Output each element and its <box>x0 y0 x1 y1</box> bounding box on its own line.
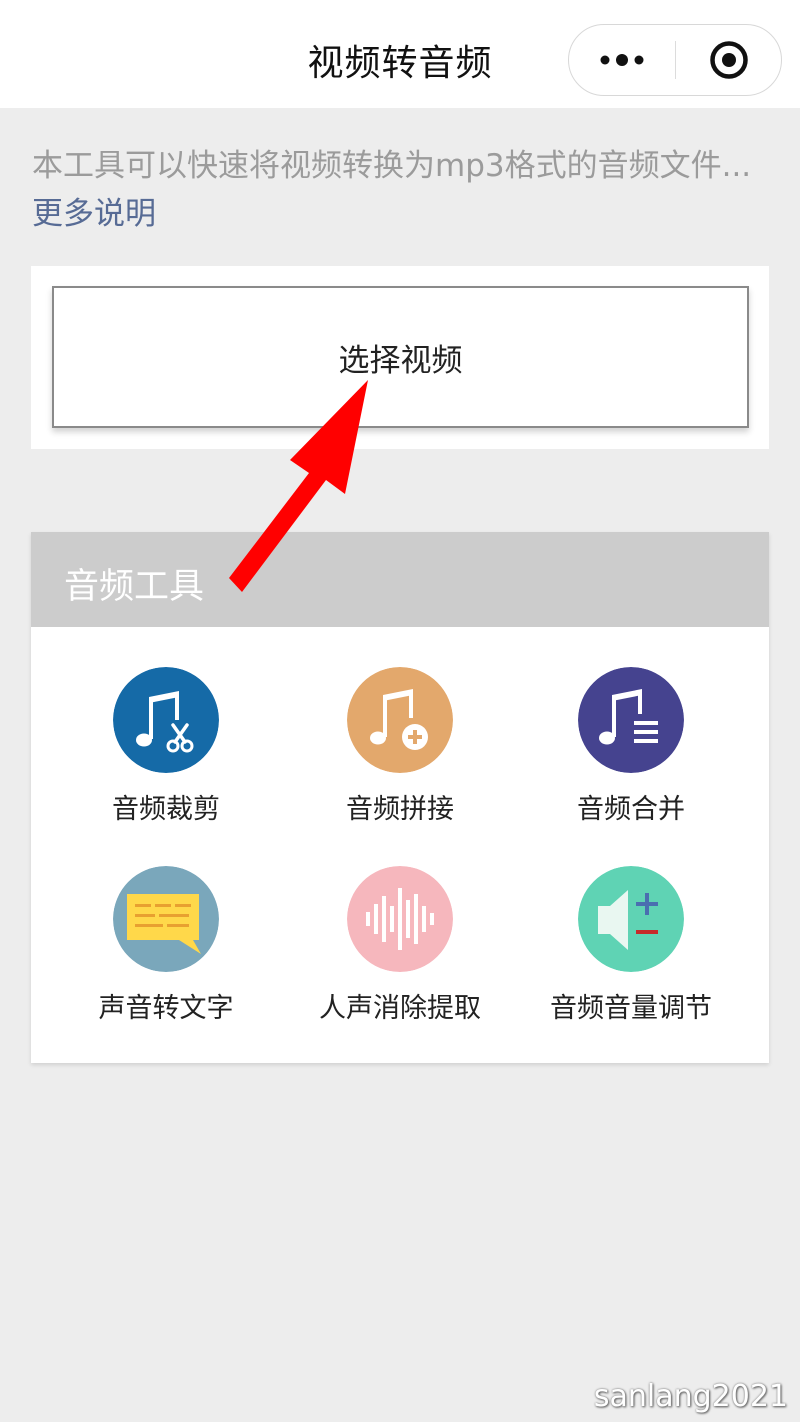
tool-label: 音频音量调节 <box>550 993 712 1024</box>
tool-label: 声音转文字 <box>98 993 234 1024</box>
audio-tools-card: 音频工具 音频裁剪 音频拼接 音频合并 声音转文字 人声消除提取 音频音量调节 <box>31 532 769 1063</box>
music-plus-icon <box>347 667 453 773</box>
select-video-button[interactable]: 选择视频 <box>52 286 749 428</box>
mini-program-capsule <box>568 24 782 96</box>
more-dots-icon <box>600 54 644 66</box>
tool-audio-splice[interactable]: 音频拼接 <box>285 667 515 847</box>
page: 视频转音频 本工具可以快速将视频转换为mp3格式的音频文件... 更多说明 选择视… <box>0 0 800 1422</box>
target-close-icon <box>710 41 748 79</box>
music-scissors-icon <box>113 667 219 773</box>
sound-wave-icon <box>347 866 453 972</box>
description-text: 本工具可以快速将视频转换为mp3格式的音频文件... <box>32 148 752 184</box>
more-options-button[interactable] <box>569 25 675 95</box>
tool-volume-adjust[interactable]: 音频音量调节 <box>516 866 746 1046</box>
tool-label: 音频合并 <box>577 794 685 825</box>
speech-bubble-text-icon <box>113 866 219 972</box>
tool-description: 本工具可以快速将视频转换为mp3格式的音频文件... 更多说明 <box>32 142 772 238</box>
watermark: sanlang2021 <box>593 1379 788 1414</box>
tool-vocal-removal[interactable]: 人声消除提取 <box>285 866 515 1046</box>
tool-audio-merge[interactable]: 音频合并 <box>516 667 746 847</box>
more-info-link[interactable]: 更多说明 <box>32 196 156 232</box>
audio-tools-title: 音频工具 <box>64 567 205 607</box>
select-video-panel: 选择视频 <box>31 266 769 449</box>
tool-label: 音频拼接 <box>346 794 454 825</box>
volume-adjust-icon <box>578 866 684 972</box>
audio-tools-header: 音频工具 <box>31 532 769 627</box>
tool-label: 人声消除提取 <box>319 993 481 1024</box>
nav-bar: 视频转音频 <box>0 0 800 108</box>
tool-label: 音频裁剪 <box>112 794 220 825</box>
music-list-icon <box>578 667 684 773</box>
close-mini-program-button[interactable] <box>676 25 782 95</box>
tool-audio-cut[interactable]: 音频裁剪 <box>51 667 281 847</box>
tool-speech-to-text[interactable]: 声音转文字 <box>51 866 281 1046</box>
